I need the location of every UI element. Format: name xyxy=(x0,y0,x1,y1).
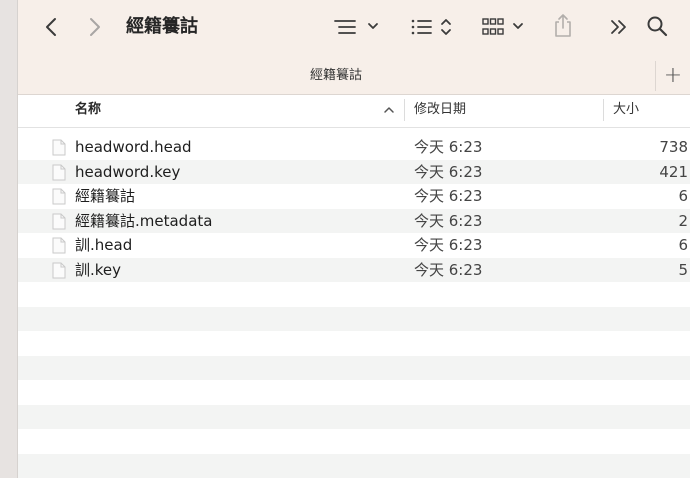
table-row[interactable]: headword.head 今天 6:23 738 xyxy=(18,135,690,160)
file-date: 今天 6:23 xyxy=(414,138,483,156)
group-by-icon xyxy=(334,20,378,34)
table-row[interactable]: 訓.head 今天 6:23 6 xyxy=(18,233,690,258)
table-row[interactable]: 訓.key 今天 6:23 5 xyxy=(18,257,690,282)
tab-bar: 經籍籑詁 + xyxy=(18,58,690,95)
double-chevron-icon xyxy=(611,20,626,34)
list-view-button[interactable] xyxy=(409,14,455,40)
chevron-left-icon xyxy=(46,18,56,36)
column-name-header[interactable]: 名称 xyxy=(75,95,101,127)
empty-row xyxy=(18,306,690,331)
file-date: 今天 6:23 xyxy=(414,187,483,205)
sidebar-edge xyxy=(0,0,18,478)
file-size: 738 xyxy=(659,138,688,156)
file-name: 訓.head xyxy=(75,236,133,254)
file-date: 今天 6:23 xyxy=(414,236,483,254)
file-date: 今天 6:23 xyxy=(414,211,483,230)
toolbar: 經籍籑詁 xyxy=(18,0,690,58)
share-icon xyxy=(555,14,571,37)
file-icon xyxy=(52,164,66,180)
search-button[interactable] xyxy=(644,13,670,39)
empty-row xyxy=(18,429,690,454)
chevron-up-icon xyxy=(384,107,394,113)
file-date: 今天 6:23 xyxy=(414,260,483,279)
column-header: 名称 修改日期 大小 xyxy=(18,95,690,128)
column-date-header[interactable]: 修改日期 xyxy=(414,95,466,127)
grid-view-icon xyxy=(482,18,523,35)
table-row[interactable]: 經籍籑詁 今天 6:23 6 xyxy=(18,184,690,209)
tab-current[interactable]: 經籍籑詁 xyxy=(18,58,654,94)
add-tab-button[interactable]: + xyxy=(655,61,690,91)
file-name: 訓.key xyxy=(75,260,122,279)
forward-button[interactable] xyxy=(82,14,108,40)
file-icon xyxy=(52,213,66,229)
file-list: headword.head 今天 6:23 738 headword.key 今… xyxy=(18,135,690,478)
file-name: 經籍籑詁 xyxy=(75,187,136,205)
file-icon xyxy=(52,237,66,254)
plus-icon: + xyxy=(663,63,683,88)
empty-row xyxy=(18,404,690,429)
column-divider[interactable] xyxy=(404,99,405,121)
file-icon xyxy=(52,139,66,156)
chevron-right-icon xyxy=(90,18,100,36)
more-toolbar-button[interactable] xyxy=(606,14,632,40)
grid-view-button[interactable] xyxy=(481,14,529,40)
file-icon xyxy=(52,188,66,205)
file-size: 421 xyxy=(659,162,688,181)
file-date: 今天 6:23 xyxy=(414,162,483,181)
file-size: 2 xyxy=(678,211,688,230)
list-sort-icon xyxy=(411,19,451,35)
column-divider[interactable] xyxy=(603,99,604,121)
file-size: 6 xyxy=(678,187,688,205)
share-button[interactable] xyxy=(550,12,576,40)
empty-row xyxy=(18,380,690,405)
back-button[interactable] xyxy=(38,14,64,40)
file-size: 6 xyxy=(678,236,688,254)
file-name: headword.head xyxy=(75,138,192,156)
table-row[interactable]: headword.key 今天 6:23 421 xyxy=(18,159,690,184)
window-title: 經籍籑詁 xyxy=(126,16,198,37)
search-icon xyxy=(647,16,668,37)
file-icon xyxy=(52,262,66,278)
empty-row xyxy=(18,355,690,380)
table-row[interactable]: 經籍籑詁.metadata 今天 6:23 2 xyxy=(18,208,690,233)
empty-row xyxy=(18,282,690,307)
file-name: 經籍籑詁.metadata xyxy=(75,211,213,230)
empty-row xyxy=(18,453,690,478)
file-size: 5 xyxy=(678,260,688,279)
column-size-header[interactable]: 大小 xyxy=(613,95,639,127)
group-by-button[interactable] xyxy=(331,14,383,40)
empty-row xyxy=(18,331,690,356)
file-name: headword.key xyxy=(75,162,181,181)
